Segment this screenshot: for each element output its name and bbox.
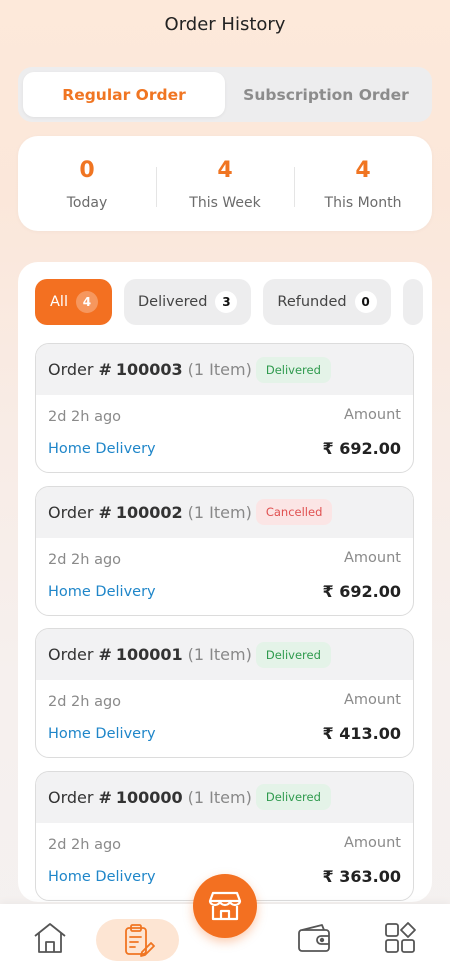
stat-value: 4	[217, 157, 233, 183]
order-amount: ₹ 363.00	[322, 866, 401, 886]
stat-this-week: 4 This Week	[156, 157, 294, 211]
stat-label: This Month	[324, 194, 402, 211]
stat-label: This Week	[189, 194, 261, 211]
orders-icon	[124, 924, 155, 957]
menu-grid-icon	[385, 922, 416, 953]
amount-label: Amount	[344, 834, 401, 851]
delivery-type: Home Delivery	[48, 726, 156, 742]
tab-subscription-order[interactable]: Subscription Order	[225, 72, 427, 117]
order-body: 2d 2h ago Home Delivery Amount ₹ 413.00	[36, 680, 413, 757]
order-time: 2d 2h ago	[48, 551, 122, 568]
delivery-type: Home Delivery	[48, 868, 156, 885]
order-number: 100000	[115, 787, 183, 807]
order-header: Order # 100001 (1 Item) Delivered	[36, 629, 413, 680]
order-hash: #	[98, 787, 112, 807]
orders-list-card: All 4 Delivered 3 Refunded 0 Order # 100…	[18, 262, 432, 902]
delivery-type: Home Delivery	[48, 441, 156, 457]
order-item-count: (1 Item)	[187, 502, 252, 522]
order-body: 2d 2h ago Home Delivery Amount ₹ 692.00	[36, 538, 413, 615]
stat-today: 0 Today	[18, 157, 156, 211]
nav-home[interactable]	[30, 918, 70, 958]
filter-chip-delivered[interactable]: Delivered 3	[123, 279, 252, 325]
order-header: Order # 100000 (1 Item) Delivered	[36, 771, 413, 823]
amount-label: Amount	[344, 692, 401, 708]
wallet-icon	[298, 924, 330, 952]
status-badge: Delivered	[255, 356, 331, 383]
order-hash: #	[98, 502, 112, 522]
order-hash: #	[98, 360, 112, 379]
page-title: Order History	[164, 14, 286, 35]
order-card[interactable]: Order # 100003 (1 Item) Delivered 2d 2h …	[35, 343, 414, 473]
order-number: 100001	[115, 645, 183, 664]
order-word: Order	[48, 645, 94, 664]
order-header: Order # 100003 (1 Item) Delivered	[36, 344, 413, 395]
status-badge: Delivered	[255, 641, 331, 668]
nav-orders[interactable]	[96, 919, 179, 961]
nav-menu[interactable]	[380, 918, 420, 958]
stat-label: Today	[66, 194, 108, 211]
filter-label: All	[50, 294, 68, 310]
order-time: 2d 2h ago	[48, 409, 122, 425]
filter-count-badge: 3	[215, 291, 238, 313]
order-card[interactable]: Order # 100002 (1 Item) Cancelled 2d 2h …	[35, 485, 414, 616]
filter-count-badge: 0	[354, 291, 377, 313]
order-stats-card: 0 Today 4 This Week 4 This Month	[18, 136, 432, 231]
filter-chip-all[interactable]: All 4	[35, 279, 112, 325]
filter-chip-refunded[interactable]: Refunded 0	[263, 279, 391, 325]
store-fab-button[interactable]	[193, 874, 257, 938]
status-badge: Delivered	[255, 784, 331, 810]
order-word: Order	[48, 502, 94, 522]
home-icon	[34, 923, 66, 953]
status-badge: Cancelled	[255, 499, 333, 525]
filter-label: Delivered	[137, 294, 208, 310]
filter-count-badge: 4	[75, 291, 98, 313]
order-type-segment: Regular Order Subscription Order	[18, 67, 432, 122]
order-time: 2d 2h ago	[48, 836, 122, 853]
order-amount: ₹ 692.00	[322, 439, 401, 458]
store-icon	[208, 891, 242, 921]
order-amount: ₹ 692.00	[322, 581, 401, 601]
nav-wallet[interactable]	[294, 918, 334, 958]
order-number: 100002	[115, 502, 183, 522]
delivery-type: Home Delivery	[48, 583, 156, 600]
stat-this-month: 4 This Month	[294, 157, 432, 211]
filter-label: Refunded	[277, 294, 347, 310]
order-item-count: (1 Item)	[187, 787, 252, 807]
amount-label: Amount	[344, 407, 401, 423]
order-hash: #	[98, 645, 112, 664]
order-list: Order # 100003 (1 Item) Delivered 2d 2h …	[35, 343, 415, 902]
order-item-count: (1 Item)	[187, 645, 252, 664]
order-item-count: (1 Item)	[187, 360, 252, 379]
order-time: 2d 2h ago	[48, 694, 122, 710]
stat-value: 0	[79, 157, 95, 183]
tab-regular-order[interactable]: Regular Order	[23, 72, 225, 117]
order-header: Order # 100002 (1 Item) Cancelled	[36, 486, 413, 538]
amount-label: Amount	[344, 549, 401, 566]
order-number: 100003	[115, 360, 183, 379]
order-body: 2d 2h ago Home Delivery Amount ₹ 692.00	[36, 395, 413, 472]
order-word: Order	[48, 360, 94, 379]
order-card[interactable]: Order # 100001 (1 Item) Delivered 2d 2h …	[35, 628, 414, 758]
order-amount: ₹ 413.00	[322, 724, 401, 743]
order-word: Order	[48, 787, 94, 807]
stat-value: 4	[355, 157, 371, 183]
filter-chip-next[interactable]	[402, 279, 423, 325]
status-filter-bar: All 4 Delivered 3 Refunded 0	[35, 279, 432, 325]
